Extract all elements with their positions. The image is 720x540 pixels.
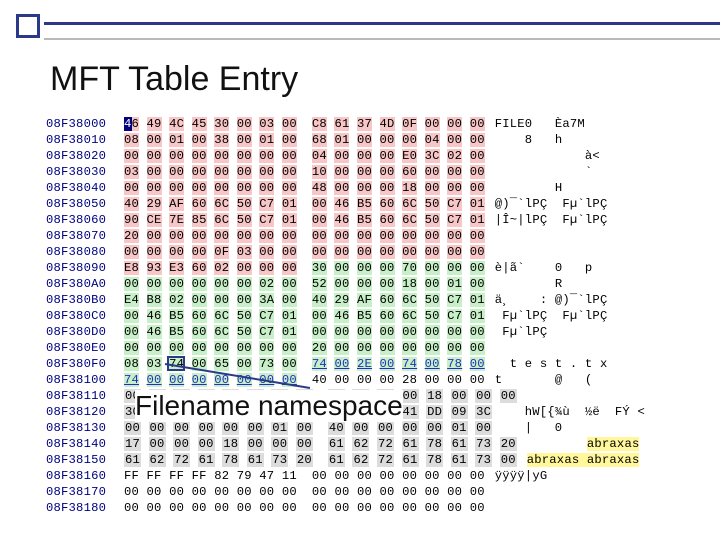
hex-bytes: 03 00 00 00 00 00 00 00 10 00 00 00 60 0… (124, 164, 485, 180)
offset: 08F38010 (46, 132, 124, 148)
offset: 08F380D0 (46, 324, 124, 340)
offset: 08F38020 (46, 148, 124, 164)
slide-rule-top (44, 22, 720, 25)
offset: 08F38170 (46, 484, 124, 500)
hex-row: 08F38150 61 62 72 61 78 61 73 20 61 62 7… (46, 452, 688, 468)
hex-bytes: E8 93 E3 60 02 00 00 00 30 00 00 00 70 0… (124, 260, 485, 276)
hex-bytes: 00 00 00 00 00 00 00 00 00 00 00 00 00 0… (124, 484, 485, 500)
ascii: H (495, 180, 563, 196)
hex-bytes: FF FF FF FF 82 79 47 11 00 00 00 00 00 0… (124, 468, 485, 484)
ascii: abraxas abraxas (527, 452, 640, 468)
ascii: à< (495, 148, 600, 164)
hex-bytes: 40 29 AF 60 6C 50 C7 01 00 46 B5 60 6C 5… (124, 196, 485, 212)
offset: 08F38120 (46, 404, 124, 420)
offset: 08F380B0 (46, 292, 124, 308)
hex-bytes: 20 00 00 00 00 00 00 00 00 00 00 00 00 0… (124, 228, 485, 244)
hex-row: 08F380D0 00 46 B5 60 6C 50 C7 01 00 00 0… (46, 324, 688, 340)
offset: 08F38090 (46, 260, 124, 276)
offset: 08F380F0 (46, 356, 124, 372)
ascii: ÿÿÿÿ|yG (495, 468, 548, 484)
hex-dump: 08F38000 46 49 4C 45 30 00 03 00 C8 61 3… (46, 116, 688, 516)
hex-bytes: 00 00 00 00 00 00 00 00 20 00 00 00 00 0… (124, 340, 485, 356)
hex-row: 08F380A0 00 00 00 00 00 00 02 00 52 00 0… (46, 276, 688, 292)
hex-bytes: 08 00 01 00 38 00 01 00 68 01 00 00 00 0… (124, 132, 485, 148)
hex-bytes: 08 03 74 00 65 00 73 00 74 00 2E 00 74 0… (124, 356, 485, 372)
ascii: Fµ`lPÇ Fµ`lPÇ (495, 308, 608, 324)
hex-bytes: 00 00 00 00 00 00 00 00 04 00 00 00 E0 3… (124, 148, 485, 164)
ascii: FILE0 Èa7M (495, 116, 585, 132)
offset: 08F38140 (46, 436, 124, 452)
ascii: ä¸ : @)¯`lPÇ (495, 292, 608, 308)
callout-label: Filename namespace (135, 390, 403, 422)
offset: 08F38050 (46, 196, 124, 212)
slide-rule-bottom (44, 38, 720, 40)
hex-row: 08F380F0 08 03 74 00 65 00 73 00 74 00 2… (46, 356, 688, 372)
hex-row: 08F38080 00 00 00 00 0F 03 00 00 00 00 0… (46, 244, 688, 260)
ascii: R (495, 276, 563, 292)
ascii: abraxas (527, 436, 640, 452)
offset: 08F38070 (46, 228, 124, 244)
page-title: MFT Table Entry (50, 60, 298, 99)
hex-row: 08F380C0 00 46 B5 60 6C 50 C7 01 00 46 B… (46, 308, 688, 324)
ascii: Fµ`lPÇ (495, 324, 548, 340)
offset: 08F38180 (46, 500, 124, 516)
ascii: 8 h (495, 132, 563, 148)
hex-bytes: 00 00 00 00 00 00 02 00 52 00 00 00 18 0… (124, 276, 485, 292)
ascii: ` (495, 164, 593, 180)
ascii: t @ ( (495, 372, 593, 388)
offset: 08F38000 (46, 116, 124, 132)
offset: 08F38040 (46, 180, 124, 196)
hex-bytes: 74 00 00 00 00 00 00 00 40 00 00 00 28 0… (124, 372, 485, 388)
ascii: | 0 (525, 420, 563, 436)
ascii: |Î~|lPÇ Fµ`lPÇ (495, 212, 608, 228)
hex-bytes: 46 49 4C 45 30 00 03 00 C8 61 37 4D 0F 0… (124, 116, 485, 132)
hex-row: 08F38030 03 00 00 00 00 00 00 00 10 00 0… (46, 164, 688, 180)
offset: 08F38060 (46, 212, 124, 228)
ascii: @)¯`lPÇ Fµ`lPÇ (495, 196, 608, 212)
slide-bullet-icon (16, 14, 40, 38)
ascii: hW[{¾ù ½ë FÝ < (525, 404, 645, 420)
hex-row: 08F38040 00 00 00 00 00 00 00 00 48 00 0… (46, 180, 688, 196)
offset: 08F38150 (46, 452, 124, 468)
hex-bytes: 17 00 00 00 18 00 00 00 61 62 72 61 78 6… (124, 436, 517, 452)
hex-row: 08F38060 90 CE 7E 85 6C 50 C7 01 00 46 B… (46, 212, 688, 228)
offset: 08F38130 (46, 420, 124, 436)
ascii: è|ã` 0 p (495, 260, 593, 276)
hex-bytes: 00 00 00 00 00 00 01 00 40 00 00 00 00 0… (124, 420, 515, 436)
hex-bytes: 00 00 00 00 00 00 00 00 48 00 00 00 18 0… (124, 180, 485, 196)
hex-row: 08F380B0 E4 B8 02 00 00 00 3A 00 40 29 A… (46, 292, 688, 308)
offset: 08F380A0 (46, 276, 124, 292)
hex-bytes: 00 00 00 00 0F 03 00 00 00 00 00 00 00 0… (124, 244, 485, 260)
hex-row: 08F38180 00 00 00 00 00 00 00 00 00 00 0… (46, 500, 688, 516)
hex-row: 08F38070 20 00 00 00 00 00 00 00 00 00 0… (46, 228, 688, 244)
hex-row: 08F38020 00 00 00 00 00 00 00 00 04 00 0… (46, 148, 688, 164)
hex-row: 08F38130 00 00 00 00 00 00 01 00 40 00 0… (46, 420, 688, 436)
hex-bytes: 61 62 72 61 78 61 73 20 61 62 72 61 78 6… (124, 452, 517, 468)
hex-row: 08F38000 46 49 4C 45 30 00 03 00 C8 61 3… (46, 116, 688, 132)
hex-bytes: E4 B8 02 00 00 00 3A 00 40 29 AF 60 6C 5… (124, 292, 485, 308)
hex-row: 08F38100 74 00 00 00 00 00 00 00 40 00 0… (46, 372, 688, 388)
hex-row: 08F38010 08 00 01 00 38 00 01 00 68 01 0… (46, 132, 688, 148)
hex-row: 08F38170 00 00 00 00 00 00 00 00 00 00 0… (46, 484, 688, 500)
offset: 08F38080 (46, 244, 124, 260)
hex-row: 08F38140 17 00 00 00 18 00 00 00 61 62 7… (46, 436, 688, 452)
offset: 08F38030 (46, 164, 124, 180)
offset: 08F38100 (46, 372, 124, 388)
hex-bytes: 00 46 B5 60 6C 50 C7 01 00 46 B5 60 6C 5… (124, 308, 485, 324)
ascii: t e s t . t x (495, 356, 608, 372)
offset: 08F38110 (46, 388, 124, 404)
hex-row: 08F38050 40 29 AF 60 6C 50 C7 01 00 46 B… (46, 196, 688, 212)
offset: 08F380C0 (46, 308, 124, 324)
hex-row: 08F38090 E8 93 E3 60 02 00 00 00 30 00 0… (46, 260, 688, 276)
offset: 08F380E0 (46, 340, 124, 356)
hex-bytes: 90 CE 7E 85 6C 50 C7 01 00 46 B5 60 6C 5… (124, 212, 485, 228)
hex-row: 08F38160 FF FF FF FF 82 79 47 11 00 00 0… (46, 468, 688, 484)
offset: 08F38160 (46, 468, 124, 484)
hex-bytes: 00 46 B5 60 6C 50 C7 01 00 00 00 00 00 0… (124, 324, 485, 340)
hex-row: 08F380E0 00 00 00 00 00 00 00 00 20 00 0… (46, 340, 688, 356)
hex-bytes: 00 00 00 00 00 00 00 00 00 00 00 00 00 0… (124, 500, 485, 516)
